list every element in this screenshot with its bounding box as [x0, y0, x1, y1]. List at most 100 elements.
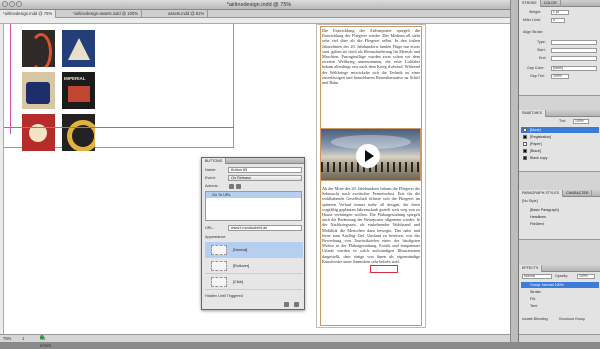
url-field[interactable]: www.t-mediadirekt.de — [228, 225, 302, 231]
tab-buttons[interactable]: Buttons — [202, 158, 227, 164]
align-stroke-label: Align Stroke: — [523, 30, 544, 34]
poster-image[interactable] — [62, 114, 95, 151]
play-icon[interactable] — [356, 144, 380, 168]
tab-color[interactable]: Color — [541, 0, 561, 7]
tab-effects[interactable]: Effects — [519, 265, 543, 272]
panel-header[interactable]: Swatches — [519, 110, 600, 117]
name-label: Name: — [205, 168, 217, 172]
miter-label: Miter Limit: — [523, 18, 541, 22]
miter-field[interactable]: 4 — [551, 18, 565, 23]
state-label: [Click] — [233, 280, 244, 284]
knockout-group-checkbox[interactable]: Knockout Group — [559, 317, 585, 322]
style-row[interactable]: Headlines — [521, 214, 599, 220]
page-number[interactable]: 1 — [22, 335, 24, 342]
swatch-chip — [523, 156, 527, 160]
swatch-chip — [523, 149, 527, 153]
paragraph-styles-panel: Paragraph Styles Character [No Style] [Ba… — [519, 190, 600, 240]
isolate-blending-checkbox[interactable]: Isolate Blending — [522, 317, 548, 322]
poster-image[interactable] — [22, 30, 55, 67]
effect-row[interactable]: Fill: — [521, 296, 599, 302]
state-rollover[interactable]: [Rollover] — [205, 258, 303, 274]
event-label: Event: — [205, 176, 216, 180]
delete-state-icon[interactable] — [294, 302, 299, 307]
gap-color-select[interactable]: [None] — [551, 66, 597, 71]
window-titlebar: *airlinedesign.indd @ 75% — [0, 0, 518, 10]
swatch-row[interactable]: [Registration] — [521, 134, 599, 140]
weight-field[interactable]: 1 pt — [551, 10, 569, 15]
zoom-level[interactable]: 75% — [3, 335, 11, 342]
poster-image[interactable]: IMPERIAL — [62, 72, 95, 109]
swatch-row[interactable]: [None] — [521, 127, 599, 133]
gap-tint-field[interactable]: 100% — [551, 74, 569, 79]
name-field[interactable]: Button 85 — [228, 167, 302, 173]
start-label: Start: — [537, 48, 546, 52]
swatches-panel: Swatches Tint: 100% [None] [Registration… — [519, 110, 600, 172]
text-frame[interactable]: Die Entwicklung der Airlineposter spiege… — [322, 28, 420, 126]
panel-header[interactable]: Paragraph Styles Character — [519, 190, 600, 197]
tab-swatches[interactable]: Swatches — [519, 110, 546, 117]
left-page-spread[interactable]: IMPERIAL — [4, 24, 234, 151]
swatch-chip — [523, 135, 527, 139]
effect-row[interactable]: Stroke: — [521, 289, 599, 295]
tab-character-styles[interactable]: Character — [563, 190, 593, 197]
remove-action-icon[interactable] — [236, 184, 241, 189]
status-bar: 75% 1 No errors — [0, 334, 518, 348]
url-label: URL: — [205, 226, 214, 230]
tab-assets[interactable]: assets.indd @ 81% — [165, 10, 209, 18]
type-label: Type: — [537, 40, 546, 44]
state-click[interactable]: [Click] — [205, 274, 303, 290]
guide-line[interactable] — [10, 24, 11, 134]
tint-field[interactable]: 100% — [573, 119, 589, 124]
weight-label: Weight: — [529, 10, 542, 14]
state-thumbnail — [211, 245, 227, 255]
event-select[interactable]: On Release — [228, 175, 302, 181]
tab-stroke[interactable]: Stroke — [519, 0, 541, 7]
start-select[interactable] — [551, 48, 597, 53]
current-style: [No Style] — [522, 199, 538, 203]
right-panel-dock: Stroke Color Weight: 1 pt Miter Limit: 4 … — [518, 0, 600, 342]
state-label: [Normal] — [233, 248, 248, 252]
effect-row[interactable]: Group: Normal 100% — [521, 282, 599, 288]
type-select[interactable] — [551, 40, 597, 45]
poster-image[interactable] — [62, 30, 95, 67]
add-action-icon[interactable] — [229, 184, 234, 189]
stroke-panel: Stroke Color Weight: 1 pt Miter Limit: 4 … — [519, 0, 600, 96]
appearance-heading: Appearance — [205, 235, 226, 239]
hidden-until-triggered-checkbox[interactable]: Hidden Until Triggered — [205, 293, 243, 299]
state-thumbnail — [211, 261, 227, 271]
opacity-field[interactable]: 100% — [577, 274, 595, 279]
state-normal[interactable]: [Normal] — [205, 242, 303, 258]
style-row[interactable]: [Basic Paragraph] — [521, 207, 599, 213]
panel-icon-strip[interactable] — [510, 0, 518, 342]
panel-header[interactable]: Stroke Color — [519, 0, 600, 7]
blend-mode-select[interactable]: Normal — [522, 274, 552, 279]
state-label: [Rollover] — [233, 264, 250, 268]
tab-airlinedesign-assets[interactable]: *airlinedesign-assets.indd @ 100% — [70, 10, 143, 18]
list-item[interactable]: Go To URL — [206, 192, 301, 198]
actions-list[interactable]: Go To URL — [205, 191, 302, 221]
opacity-label: Opacity: — [555, 274, 569, 278]
guide-line[interactable] — [4, 127, 234, 128]
poster-image[interactable] — [22, 114, 55, 151]
window-title: *airlinedesign.indd @ 75% — [226, 2, 292, 8]
poster-image[interactable] — [22, 72, 55, 109]
swatch-row[interactable]: [Paper] — [521, 141, 599, 147]
swatch-chip — [523, 142, 527, 146]
tab-airlinedesign[interactable]: *airlinedesign.indd @ 75% — [0, 10, 57, 18]
swatch-row[interactable]: [Black] — [521, 148, 599, 154]
swatch-row[interactable]: Black copy — [521, 155, 599, 161]
end-label: End: — [539, 56, 547, 60]
text-frame[interactable]: Ab der Mitte des 20. Jahrhunderts bekam … — [322, 186, 420, 328]
new-state-icon[interactable] — [284, 302, 289, 307]
panel-header[interactable]: Buttons — [202, 158, 304, 164]
panel-header[interactable]: Effects — [519, 265, 600, 272]
button-hotspot[interactable] — [370, 265, 398, 273]
effect-row[interactable]: Text: — [521, 303, 599, 309]
document-tab-bar: *airlinedesign.indd @ 75% *airlinedesign… — [0, 10, 518, 18]
gap-color-label: Gap Color: — [527, 66, 545, 70]
end-select[interactable] — [551, 56, 597, 61]
tab-paragraph-styles[interactable]: Paragraph Styles — [519, 190, 564, 197]
tint-label: Tint: — [559, 119, 566, 123]
state-thumbnail — [211, 277, 227, 287]
style-row[interactable]: Fließtext — [521, 221, 599, 227]
